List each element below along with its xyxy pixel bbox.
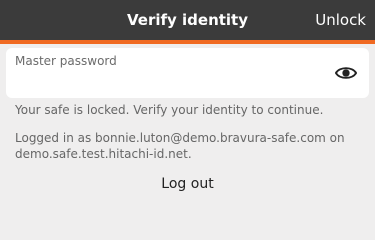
locked-message: Your safe is locked. Verify your identit… (15, 103, 324, 117)
master-password-input[interactable] (15, 72, 325, 92)
unlock-button[interactable]: Unlock (315, 0, 366, 40)
eye-icon[interactable] (335, 64, 357, 82)
logout-row: Log out (0, 175, 375, 193)
header-accent-bar (0, 40, 375, 44)
logged-in-message: Logged in as bonnie.luton@demo.bravura-s… (15, 131, 345, 161)
master-password-label: Master password (15, 54, 117, 68)
master-password-field[interactable]: Master password (6, 48, 369, 98)
logout-button[interactable]: Log out (161, 176, 213, 192)
